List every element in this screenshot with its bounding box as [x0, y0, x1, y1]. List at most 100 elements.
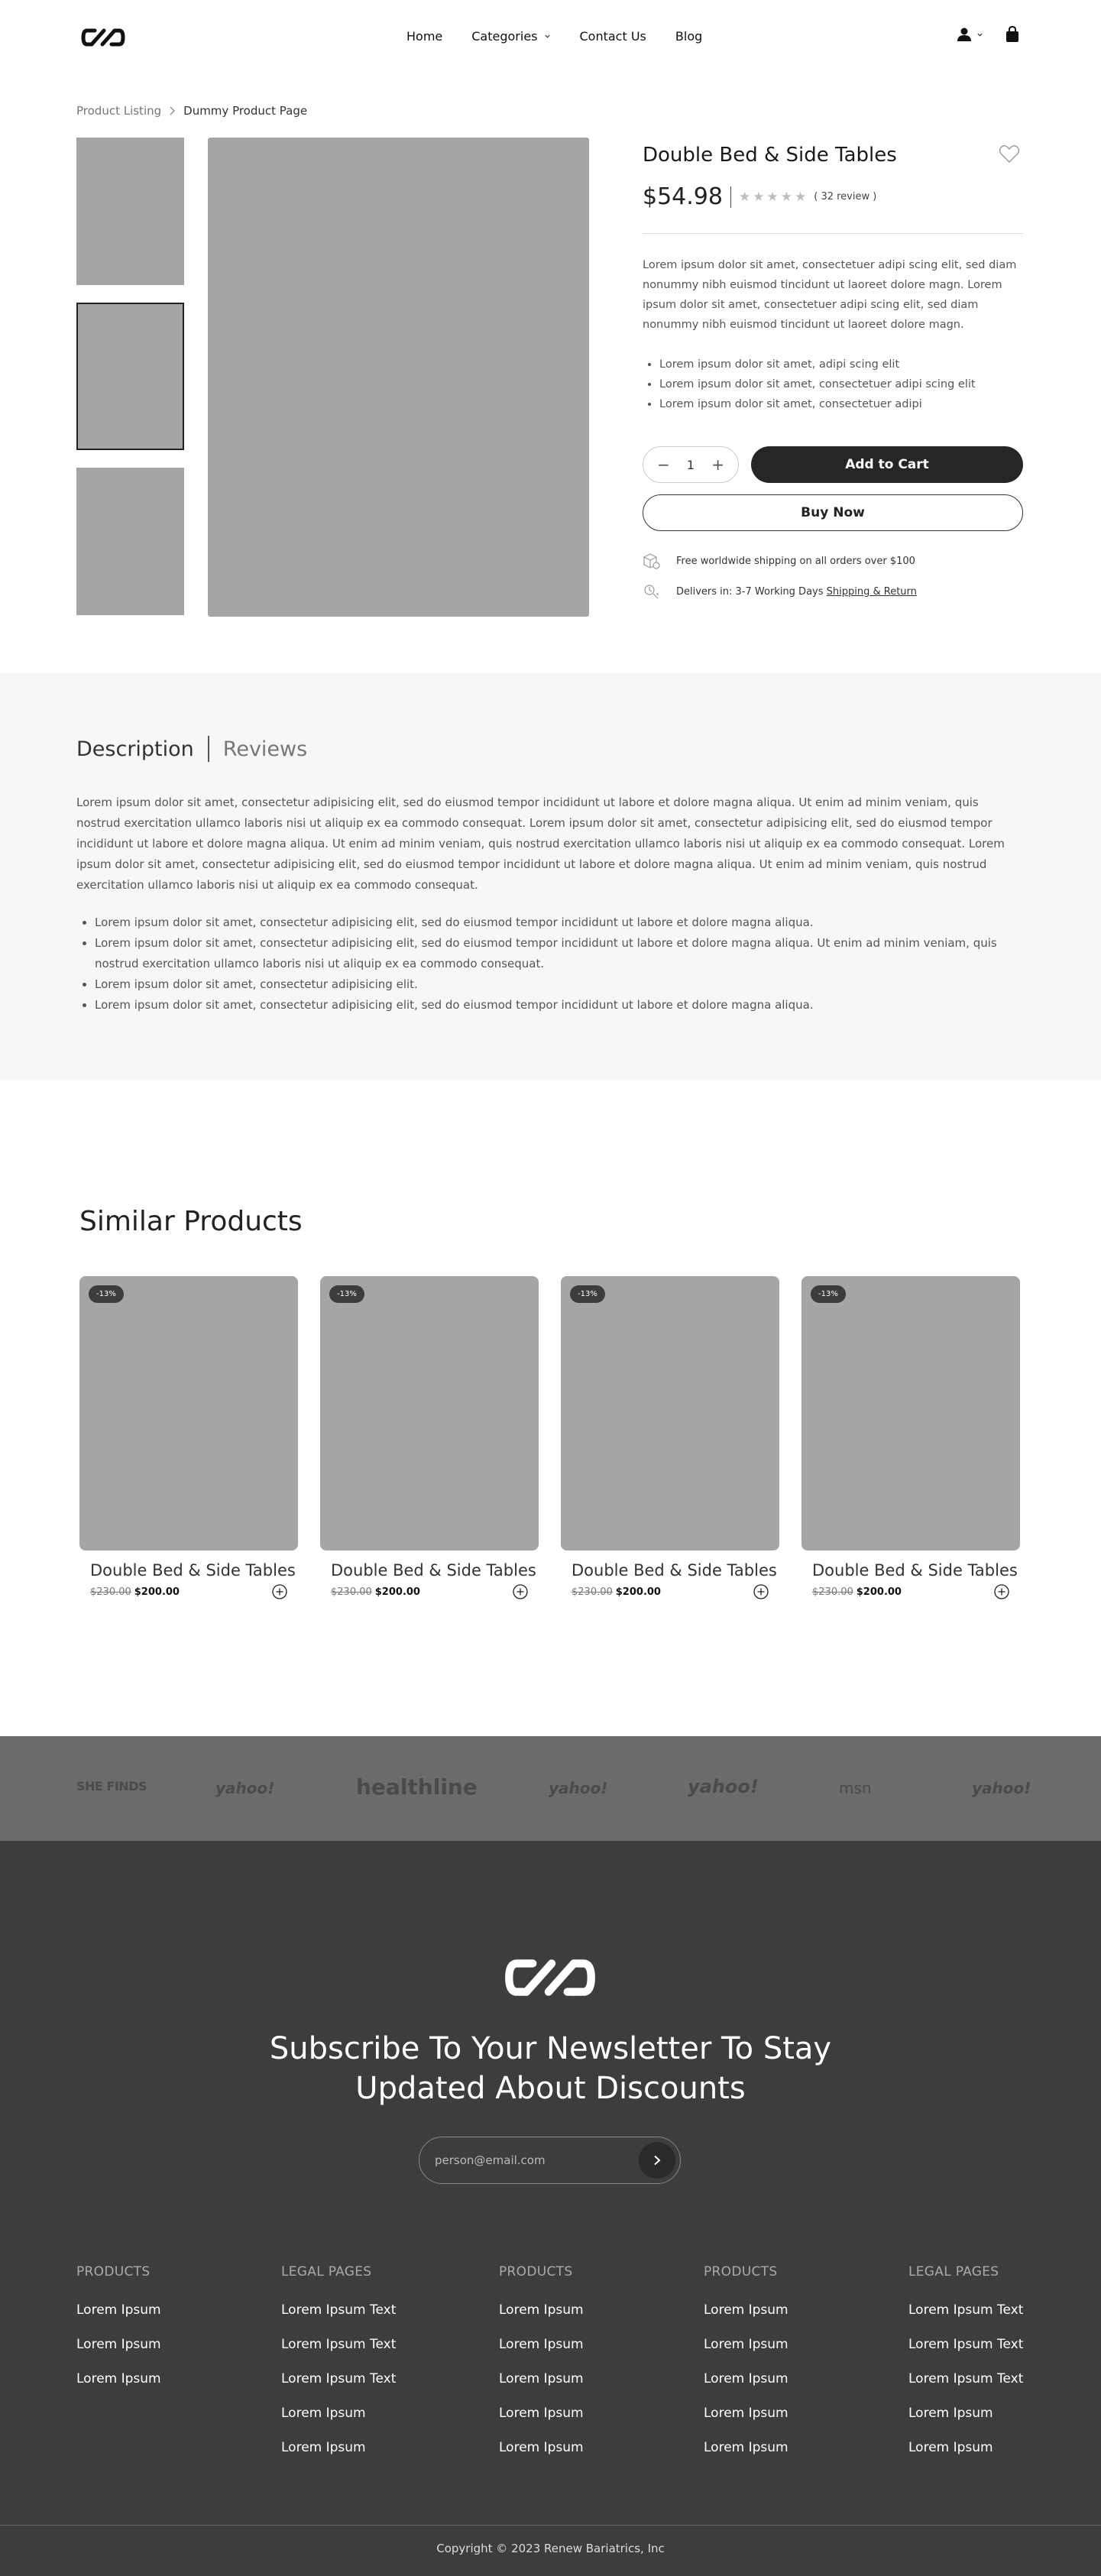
tab-description[interactable]: Description [76, 737, 194, 761]
nav-home-label: Home [406, 29, 443, 44]
add-to-cart-button[interactable]: Add to Cart [751, 446, 1023, 483]
footer-link[interactable]: Lorem Ipsum [704, 2302, 789, 2337]
description-list: Lorem ipsum dolor sit amet, consectetur … [76, 912, 1024, 1016]
old-price: $230.00 [331, 1586, 372, 1598]
footer-link[interactable]: Lorem Ipsum [76, 2302, 161, 2337]
chevron-right-icon [170, 106, 176, 115]
product-card[interactable]: -13% Double Bed & Side Tables $230.00 $20… [801, 1276, 1020, 1599]
account-menu[interactable] [957, 27, 983, 42]
press-logo-healthline: healthline [356, 1774, 478, 1800]
press-logo-shefinds: SHE FINDS [76, 1779, 147, 1793]
star-icon: ★ [766, 189, 779, 205]
product-card-price: $230.00 $200.00 [320, 1584, 539, 1599]
footer-link[interactable]: Lorem Ipsum Text [908, 2337, 1023, 2371]
footer-link[interactable]: Lorem Ipsum [704, 2371, 789, 2406]
description-list-item: Lorem ipsum dolor sit amet, consectetur … [95, 933, 1024, 974]
footer-link[interactable]: Lorem Ipsum Text [281, 2337, 396, 2371]
product-card-price: $230.00 $200.00 [801, 1584, 1020, 1599]
newsletter-heading: Subscribe To Your Newsletter To Stay Upd… [0, 2029, 1101, 2108]
product-card-image[interactable]: -13% [79, 1276, 298, 1550]
quantity-stepper: − 1 + [643, 446, 739, 483]
footer-link[interactable]: Lorem Ipsum [76, 2371, 161, 2406]
product-info: Double Bed & Side Tables $54.98 ★ ★ ★ ★ ★ ( … [643, 138, 1023, 600]
footer-link[interactable]: Lorem Ipsum [704, 2406, 789, 2440]
product-card-price: $230.00 $200.00 [79, 1584, 298, 1599]
add-circle-icon[interactable] [994, 1584, 1009, 1599]
add-circle-icon[interactable] [753, 1584, 769, 1599]
discount-badge: -13% [329, 1285, 364, 1303]
footer-link[interactable]: Lorem Ipsum [704, 2337, 789, 2371]
product-card[interactable]: -13% Double Bed & Side Tables $230.00 $20… [79, 1276, 298, 1599]
similar-products-title: Similar Products [79, 1206, 303, 1237]
footer-link[interactable]: Lorem Ipsum [499, 2440, 584, 2474]
old-price: $230.00 [90, 1586, 131, 1598]
product-card-image[interactable]: -13% [320, 1276, 539, 1550]
footer-brand-logo[interactable] [494, 1954, 607, 2001]
footer-link[interactable]: Lorem Ipsum [499, 2337, 584, 2371]
shipping-return-link[interactable]: Shipping & Return [827, 586, 917, 598]
nav-contact[interactable]: Contact Us [580, 29, 646, 44]
footer-link[interactable]: Lorem Ipsum [908, 2406, 1023, 2440]
product-tabs: Description Reviews [76, 736, 307, 762]
footer-link[interactable]: Lorem Ipsum Text [908, 2371, 1023, 2406]
heart-icon[interactable] [999, 144, 1020, 164]
increment-button[interactable]: + [711, 455, 724, 474]
product-card-name[interactable]: Double Bed & Side Tables [801, 1561, 1020, 1580]
chevron-down-icon [977, 33, 983, 37]
product-main-image [208, 138, 589, 617]
product-card-image[interactable]: -13% [561, 1276, 779, 1550]
cart-row: − 1 + Add to Cart [643, 446, 1023, 483]
footer-link[interactable]: Lorem Ipsum [908, 2440, 1023, 2474]
footer-link[interactable]: Lorem Ipsum Text [281, 2371, 396, 2406]
footer-link[interactable]: Lorem Ipsum [499, 2371, 584, 2406]
review-count[interactable]: ( 32 review ) [814, 191, 876, 203]
brand-logo[interactable] [81, 26, 125, 49]
product-card-name[interactable]: Double Bed & Side Tables [320, 1561, 539, 1580]
product-thumbnail-active[interactable] [76, 303, 184, 450]
copyright: Copyright © 2023 Renew Bariatrics, Inc [436, 2542, 665, 2555]
newsletter-heading-line1: Subscribe To Your Newsletter To Stay [269, 2031, 832, 2066]
footer-link[interactable]: Lorem Ipsum [704, 2440, 789, 2474]
nav-blog[interactable]: Blog [675, 29, 702, 44]
footer-link[interactable]: Lorem Ipsum Text [908, 2302, 1023, 2337]
product-card-name[interactable]: Double Bed & Side Tables [79, 1561, 298, 1580]
footer-link[interactable]: Lorem Ipsum [76, 2337, 161, 2371]
description-list-item: Lorem ipsum dolor sit amet, consectetur … [95, 974, 1024, 995]
product-card[interactable]: -13% Double Bed & Side Tables $230.00 $20… [561, 1276, 779, 1599]
product-price: $54.98 [643, 183, 723, 210]
add-circle-icon[interactable] [513, 1584, 528, 1599]
footer-column: PRODUCTS Lorem Ipsum Lorem Ipsum Lorem I… [499, 2264, 584, 2474]
decrement-button[interactable]: − [657, 455, 670, 474]
user-icon [957, 28, 971, 41]
add-circle-icon[interactable] [272, 1584, 287, 1599]
footer-link[interactable]: Lorem Ipsum [281, 2406, 396, 2440]
press-logo-yahoo: yahoo! [972, 1779, 1031, 1797]
footer-column-title: LEGAL PAGES [908, 2264, 999, 2280]
star-icon: ★ [780, 189, 792, 205]
description-list-item: Lorem ipsum dolor sit amet, consectetur … [95, 912, 1024, 933]
product-card-price: $230.00 $200.00 [561, 1584, 779, 1599]
footer-link[interactable]: Lorem Ipsum [499, 2302, 584, 2337]
product-thumbnail[interactable] [76, 468, 184, 615]
buy-now-button[interactable]: Buy Now [643, 494, 1023, 531]
footer-column-title: PRODUCTS [704, 2264, 778, 2280]
email-input[interactable] [435, 2153, 639, 2167]
product-thumbnail[interactable] [76, 138, 184, 285]
nav-home[interactable]: Home [406, 29, 442, 44]
description-body: Lorem ipsum dolor sit amet, consectetur … [76, 792, 1024, 1016]
product-card-image[interactable]: -13% [801, 1276, 1020, 1550]
footer-link[interactable]: Lorem Ipsum [499, 2406, 584, 2440]
old-price: $230.00 [812, 1586, 853, 1598]
shopping-bag-icon[interactable] [1005, 26, 1020, 43]
tab-reviews[interactable]: Reviews [223, 737, 307, 761]
product-card[interactable]: -13% Double Bed & Side Tables $230.00 $20… [320, 1276, 539, 1599]
product-card-name[interactable]: Double Bed & Side Tables [561, 1561, 779, 1580]
breadcrumb-link[interactable]: Product Listing [76, 104, 161, 118]
subscribe-button[interactable] [639, 2142, 675, 2179]
arrow-right-icon [654, 2155, 661, 2166]
nav-categories[interactable]: Categories [471, 29, 550, 44]
footer-link[interactable]: Lorem Ipsum [281, 2440, 396, 2474]
sale-price: $200.00 [134, 1586, 180, 1598]
site-footer: Subscribe To Your Newsletter To Stay Upd… [0, 1841, 1101, 2576]
footer-link[interactable]: Lorem Ipsum Text [281, 2302, 396, 2337]
